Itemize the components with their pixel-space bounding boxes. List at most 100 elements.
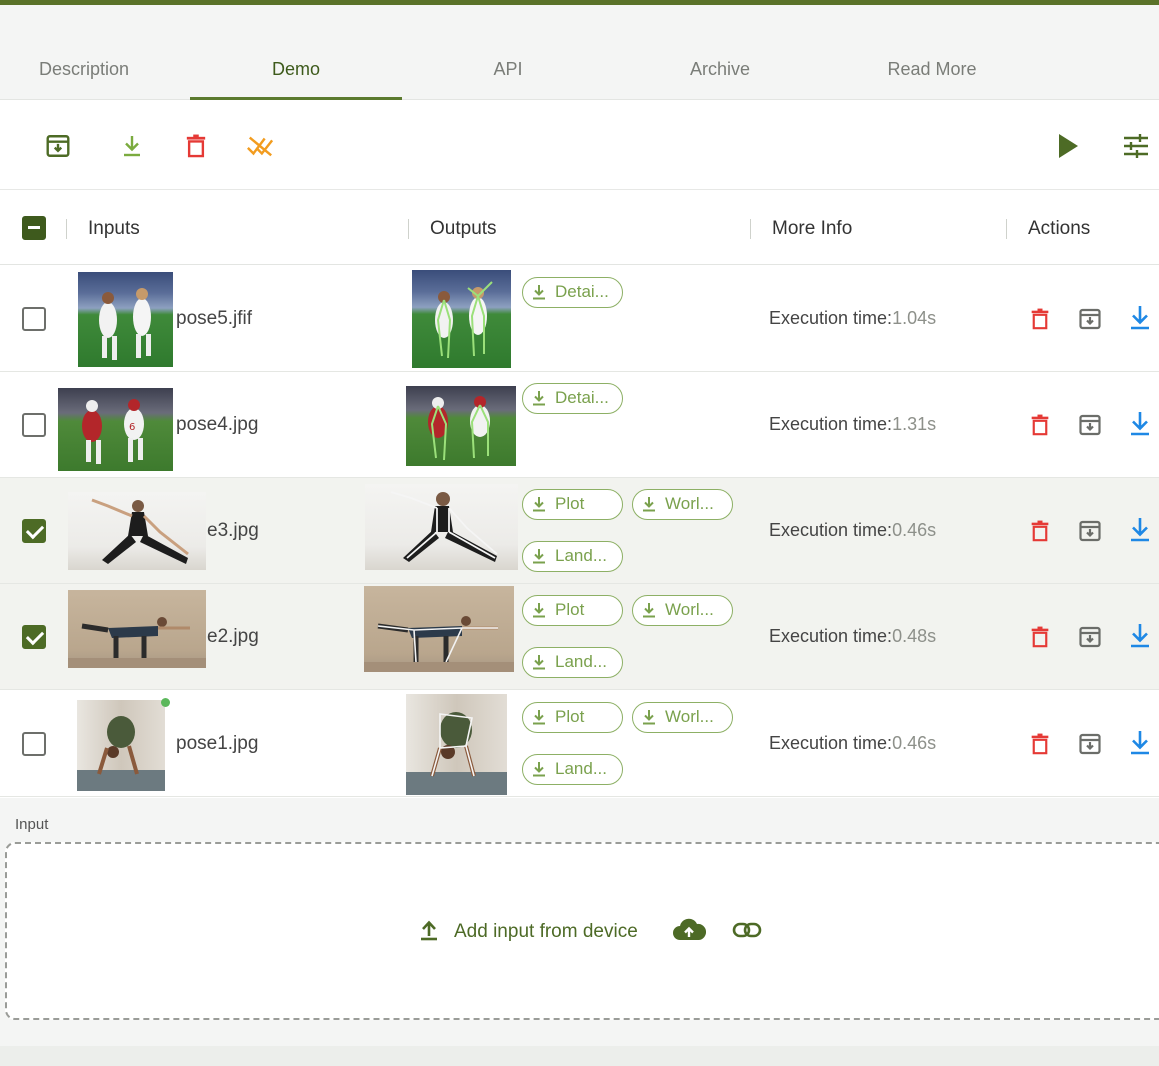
archive-icon[interactable] — [1078, 412, 1102, 438]
row-checkbox[interactable] — [22, 732, 46, 756]
plot-download-button[interactable]: Plot — [522, 702, 623, 733]
input-thumbnail[interactable] — [68, 492, 206, 570]
footer-strip — [0, 1046, 1159, 1066]
input-thumbnail[interactable] — [68, 590, 206, 668]
delete-icon[interactable] — [1028, 306, 1052, 332]
input-section-label: Input — [15, 816, 49, 833]
top-accent-bar — [0, 0, 1159, 5]
landmarks-label: Land... — [555, 759, 607, 778]
settings-sliders-icon[interactable] — [1122, 132, 1150, 160]
column-separator — [66, 219, 67, 239]
add-input-from-device-button[interactable]: Add input from device — [454, 921, 638, 943]
add-input-row: Add input from device — [418, 918, 762, 946]
download-icon[interactable] — [1128, 517, 1152, 543]
row-checkbox[interactable] — [22, 625, 46, 649]
tab-archive[interactable]: Archive — [614, 36, 826, 100]
input-thumbnail[interactable]: 6 — [58, 388, 173, 471]
download-icon[interactable] — [1128, 730, 1152, 756]
execution-time-value: 1.31s — [892, 414, 937, 434]
download-icon[interactable] — [1128, 305, 1152, 331]
archive-icon[interactable] — [1078, 518, 1102, 544]
play-icon[interactable] — [1054, 132, 1082, 160]
delete-icon[interactable] — [1028, 412, 1052, 438]
output-thumbnail[interactable] — [364, 586, 514, 672]
world-download-button[interactable]: Worl... — [632, 702, 733, 733]
execution-time-label: Execution time: — [769, 308, 893, 328]
table-row: 6 pose4.jpg Detai... Execution time:1.31… — [0, 372, 1159, 478]
execution-time-value: 0.46s — [892, 520, 937, 540]
world-label: Worl... — [665, 600, 714, 619]
download-icon[interactable] — [1128, 411, 1152, 437]
details-label: Detai... — [555, 282, 609, 301]
delete-icon[interactable] — [1028, 731, 1052, 757]
plot-download-button[interactable]: Plot — [522, 595, 623, 626]
header-more-info: More Info — [772, 218, 853, 239]
download-icon[interactable] — [118, 132, 146, 160]
archive-icon[interactable] — [1078, 306, 1102, 332]
cloud-upload-icon[interactable] — [672, 918, 706, 947]
demo-panel: Inputs Outputs More Info Actions pose5.j… — [0, 100, 1159, 798]
header-outputs: Outputs — [430, 218, 497, 239]
row-checkbox[interactable] — [22, 413, 46, 437]
column-separator — [750, 219, 751, 239]
execution-time-label: Execution time: — [769, 733, 893, 753]
tab-bar: Description Demo API Archive Read More — [0, 36, 1159, 100]
table-row: pose1.jpg Plot Worl... Land... Execution… — [0, 690, 1159, 797]
delete-icon[interactable] — [1028, 518, 1052, 544]
tab-demo[interactable]: Demo — [190, 36, 402, 100]
landmarks-download-button[interactable]: Land... — [522, 754, 623, 785]
table-row: e2.jpg Plot Worl... Land... Execution ti… — [0, 584, 1159, 690]
world-label: Worl... — [665, 707, 714, 726]
execution-time-value: 0.48s — [892, 626, 937, 646]
clear-icon[interactable] — [246, 132, 274, 160]
execution-time: Execution time:1.31s — [769, 414, 936, 435]
link-icon[interactable] — [732, 920, 762, 945]
landmarks-label: Land... — [555, 546, 607, 565]
tab-api[interactable]: API — [402, 36, 614, 100]
output-thumbnail[interactable] — [406, 694, 507, 795]
input-filename: pose4.jpg — [176, 414, 259, 435]
input-filename: pose5.jfif — [176, 308, 253, 329]
download-icon[interactable] — [1128, 623, 1152, 649]
execution-time-label: Execution time: — [769, 626, 893, 646]
details-download-button[interactable]: Detai... — [522, 383, 623, 414]
world-download-button[interactable]: Worl... — [632, 595, 733, 626]
execution-time: Execution time:0.46s — [769, 733, 936, 754]
column-separator — [408, 219, 409, 239]
input-thumbnail[interactable] — [77, 700, 165, 791]
execution-time: Execution time:0.48s — [769, 626, 936, 647]
trash-icon[interactable] — [182, 132, 210, 160]
delete-icon[interactable] — [1028, 624, 1052, 650]
archive-icon[interactable] — [1078, 731, 1102, 757]
execution-time: Execution time:1.04s — [769, 308, 936, 329]
world-download-button[interactable]: Worl... — [632, 489, 733, 520]
input-thumbnail[interactable] — [78, 272, 173, 367]
output-thumbnail[interactable] — [412, 270, 511, 368]
table-row: e3.jpg Plot Worl... Land... Execution ti… — [0, 478, 1159, 584]
tab-read-more[interactable]: Read More — [826, 36, 1038, 100]
tab-description[interactable]: Description — [0, 36, 190, 100]
execution-time-value: 1.04s — [892, 308, 937, 328]
toolbar — [0, 100, 1159, 190]
select-all-checkbox[interactable] — [22, 216, 46, 240]
landmarks-download-button[interactable]: Land... — [522, 541, 623, 572]
output-thumbnail[interactable] — [365, 484, 518, 570]
plot-download-button[interactable]: Plot — [522, 489, 623, 520]
plot-label: Plot — [555, 600, 585, 619]
table-header: Inputs Outputs More Info Actions — [0, 191, 1159, 265]
header-actions: Actions — [1028, 218, 1091, 239]
svg-text:6: 6 — [129, 422, 135, 433]
details-label: Detai... — [555, 388, 609, 407]
row-checkbox[interactable] — [22, 307, 46, 331]
execution-time-label: Execution time: — [769, 520, 893, 540]
landmarks-download-button[interactable]: Land... — [522, 647, 623, 678]
archive-icon[interactable] — [44, 132, 72, 160]
upload-icon[interactable] — [418, 919, 440, 946]
output-thumbnail[interactable] — [406, 386, 516, 466]
row-checkbox[interactable] — [22, 519, 46, 543]
details-download-button[interactable]: Detai... — [522, 277, 623, 308]
input-filename: pose1.jpg — [176, 733, 259, 754]
archive-icon[interactable] — [1078, 624, 1102, 650]
execution-time-label: Execution time: — [769, 414, 893, 434]
header-inputs: Inputs — [88, 218, 140, 239]
